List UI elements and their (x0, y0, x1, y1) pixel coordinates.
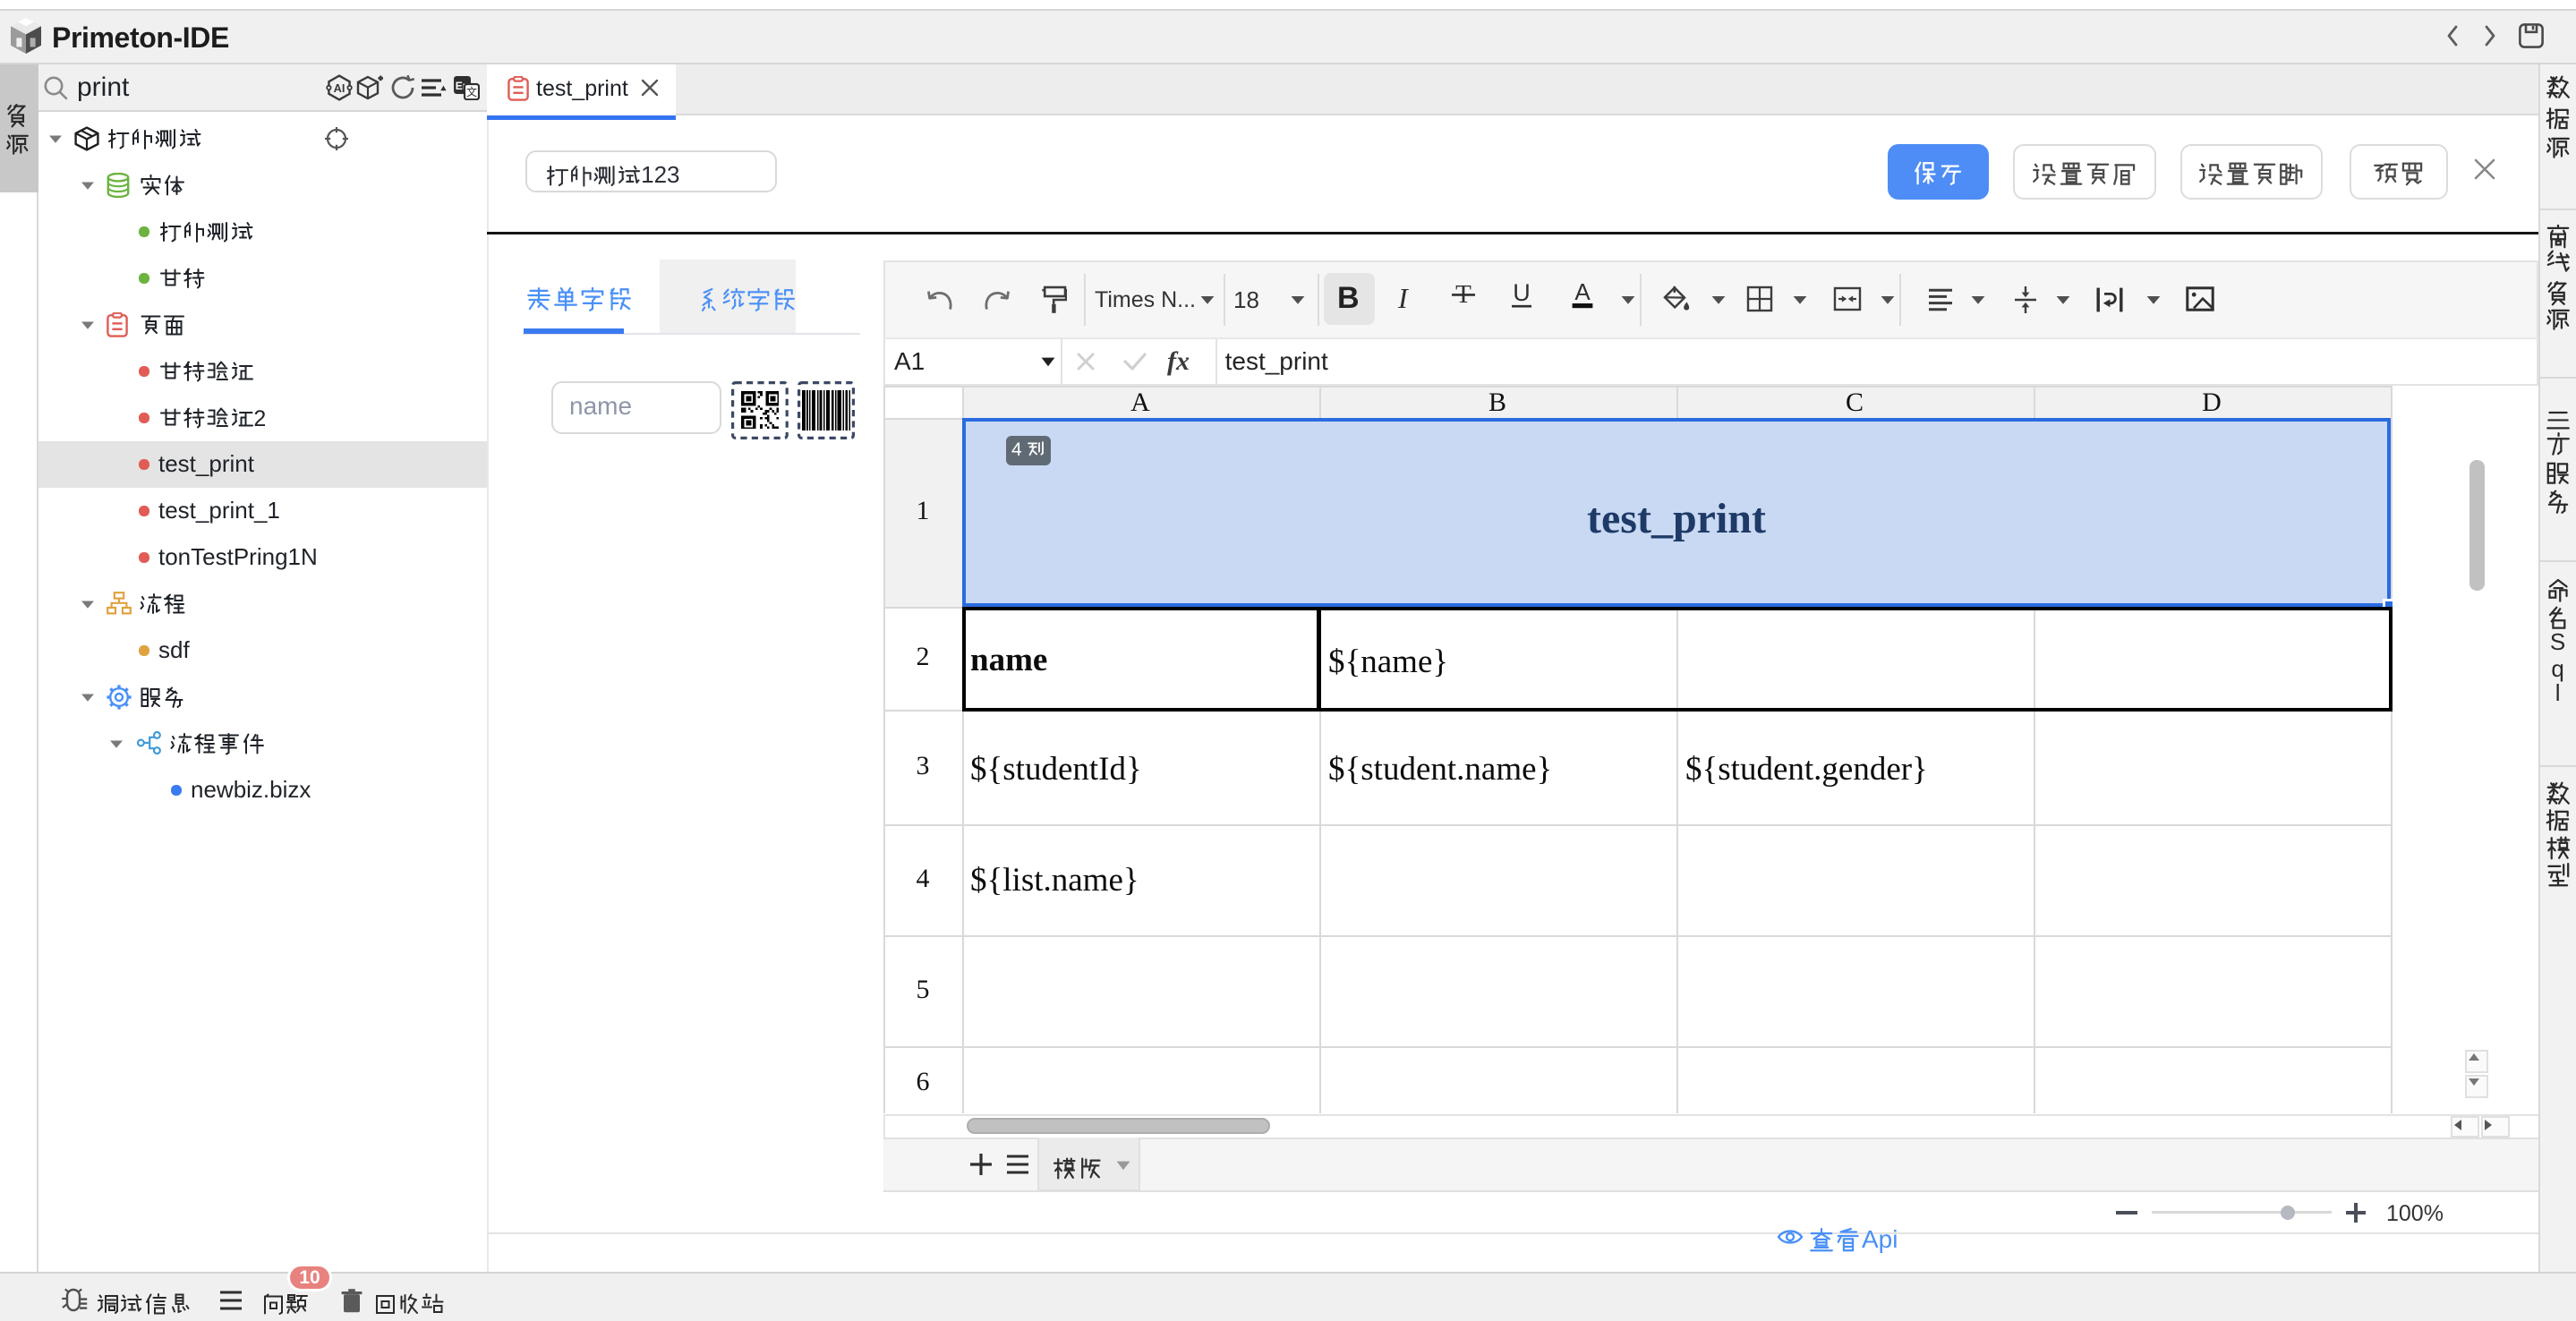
svg-text:文: 文 (466, 85, 477, 98)
svg-text:AI: AI (334, 81, 345, 95)
svg-text:A: A (1574, 280, 1591, 305)
svg-text:U: U (1513, 280, 1531, 306)
